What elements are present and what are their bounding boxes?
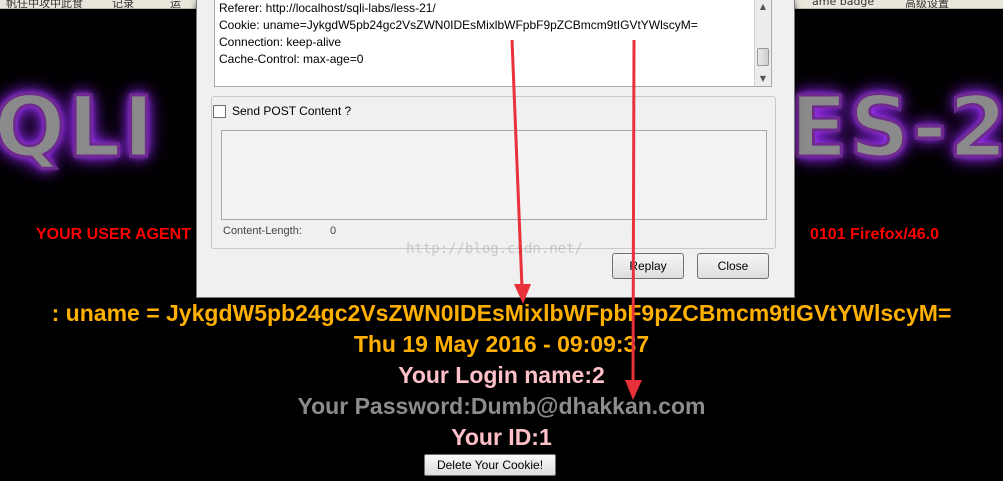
banner-title-right: ES-2 — [788, 77, 1003, 178]
scroll-thumb[interactable] — [757, 48, 769, 66]
send-post-row[interactable]: Send POST Content ? — [213, 104, 356, 118]
banner-title-left: QLI — [0, 77, 157, 178]
header-line: Cache-Control: max-age=0 — [219, 52, 364, 66]
user-agent-label: YOUR USER AGENT — [36, 226, 191, 243]
header-line: Cookie: uname=JykgdW5pb24gc2VsZWN0IDEsMi… — [219, 18, 698, 32]
close-button[interactable]: Close — [697, 253, 769, 279]
user-id-line: Your ID:1 — [451, 424, 552, 450]
scroll-up-arrow-icon[interactable]: ▲ — [755, 0, 771, 14]
date-line: Thu 19 May 2016 - 09:09:37 — [353, 331, 650, 357]
browser-tab[interactable]: ame badge — [812, 0, 874, 8]
user-agent-value: 0101 Firefox/46.0 — [810, 226, 939, 243]
send-post-label: Send POST Content ? — [232, 104, 352, 118]
replay-button[interactable]: Replay — [612, 253, 684, 279]
delete-cookie-button[interactable]: Delete Your Cookie! — [424, 454, 556, 476]
browser-tab[interactable]: 记录 — [112, 0, 134, 8]
send-post-checkbox[interactable] — [213, 104, 226, 118]
content-length-value: 0 — [330, 225, 337, 237]
request-headers-textarea[interactable]: Referer: http://localhost/sqli-labs/less… — [214, 0, 772, 87]
browser-tab[interactable]: 运 — [170, 0, 181, 8]
cookie-value-line: : uname = JykgdW5pb24gc2VsZWN0IDEsMixlbW… — [51, 300, 952, 326]
login-name-line: Your Login name:2 — [398, 362, 605, 388]
password-line: Your Password:Dumb@dhakkan.com — [297, 393, 706, 419]
headers-scrollbar[interactable]: ▲ ▼ — [754, 0, 771, 86]
csdn-watermark: http://blog.csdn.net/ — [406, 241, 584, 257]
content-length-label: Content-Length: — [223, 225, 302, 237]
header-line: Referer: http://localhost/sqli-labs/less… — [219, 1, 436, 15]
post-content-textarea[interactable] — [221, 130, 767, 220]
header-line: Connection: keep-alive — [219, 35, 342, 49]
scroll-down-arrow-icon[interactable]: ▼ — [755, 72, 771, 86]
browser-tab[interactable]: 高级设置 — [905, 0, 949, 8]
browser-tab[interactable]: 帆任中攻中此食 — [6, 0, 83, 8]
